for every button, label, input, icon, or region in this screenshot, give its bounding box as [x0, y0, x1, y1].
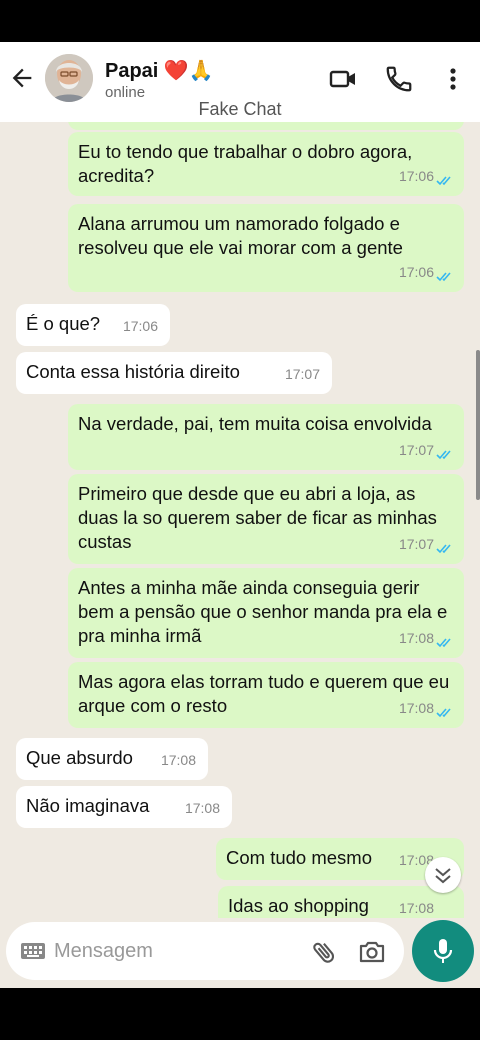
- read-ticks-icon: [436, 544, 451, 554]
- contact-name[interactable]: Papai ❤️🙏: [105, 58, 214, 83]
- attach-icon[interactable]: [310, 938, 338, 966]
- message-time: 17:08: [160, 752, 196, 768]
- message-outgoing[interactable]: Primeiro que desde que eu abri a loja, a…: [68, 474, 464, 564]
- message-outgoing[interactable]: Alana arrumou um namorado folgado e reso…: [68, 204, 464, 292]
- message-list[interactable]: Eu to tendo que trabalhar o dobro agora,…: [0, 122, 480, 918]
- video-call-icon[interactable]: [328, 64, 358, 94]
- message-time: 17:06: [398, 264, 434, 280]
- message-time: 17:06: [398, 168, 434, 184]
- message-input-container: [6, 922, 404, 980]
- camera-icon[interactable]: [358, 939, 386, 965]
- avatar[interactable]: [45, 54, 93, 102]
- message-incoming[interactable]: Não imaginava 17:08: [16, 786, 232, 828]
- composer-bar: [0, 918, 480, 988]
- back-arrow-icon[interactable]: [8, 64, 36, 92]
- message-input[interactable]: [54, 936, 294, 966]
- fake-chat-watermark: Fake Chat: [198, 99, 282, 119]
- message-outgoing[interactable]: Antes a minha mãe ainda conseguia gerir …: [68, 568, 464, 658]
- keyboard-icon[interactable]: [20, 942, 46, 960]
- message-outgoing[interactable]: Mas agora elas torram tudo e querem que …: [68, 662, 464, 728]
- message-outgoing[interactable]: Na verdade, pai, tem muita coisa envolvi…: [68, 404, 464, 470]
- message-time: 17:07: [398, 536, 434, 552]
- microphone-icon: [433, 939, 453, 963]
- more-options-icon[interactable]: [438, 64, 468, 94]
- message-time: 17:08: [398, 900, 434, 916]
- message-outgoing[interactable]: Eu to tendo que trabalhar o dobro agora,…: [68, 132, 464, 196]
- message-time: 17:08: [398, 630, 434, 646]
- read-ticks-icon: [436, 272, 451, 282]
- read-ticks-icon: [436, 450, 451, 460]
- read-ticks-icon: [436, 176, 451, 186]
- message-incoming[interactable]: É o que? 17:06: [16, 304, 170, 346]
- message-time: 17:08: [398, 700, 434, 716]
- status-bar: [0, 0, 480, 42]
- message-time: 17:07: [398, 442, 434, 458]
- scrollbar[interactable]: [476, 350, 480, 500]
- message-incoming[interactable]: Conta essa história direito 17:07: [16, 352, 332, 394]
- read-ticks-icon: [436, 638, 451, 648]
- message-time: 17:08: [184, 800, 220, 816]
- chat-header: Papai ❤️🙏 online Fake Chat: [0, 42, 480, 122]
- phone-icon[interactable]: [384, 64, 414, 94]
- message-time: 17:06: [122, 318, 158, 334]
- system-navigation-bar: [0, 988, 480, 1040]
- message-time: 17:07: [284, 366, 320, 382]
- double-chevron-down-icon: [435, 868, 451, 884]
- voice-message-button[interactable]: [412, 920, 474, 982]
- message-incoming[interactable]: Que absurdo 17:08: [16, 738, 208, 780]
- scroll-to-bottom-button[interactable]: [425, 857, 461, 893]
- message-partial: [68, 122, 464, 130]
- read-ticks-icon: [436, 708, 451, 718]
